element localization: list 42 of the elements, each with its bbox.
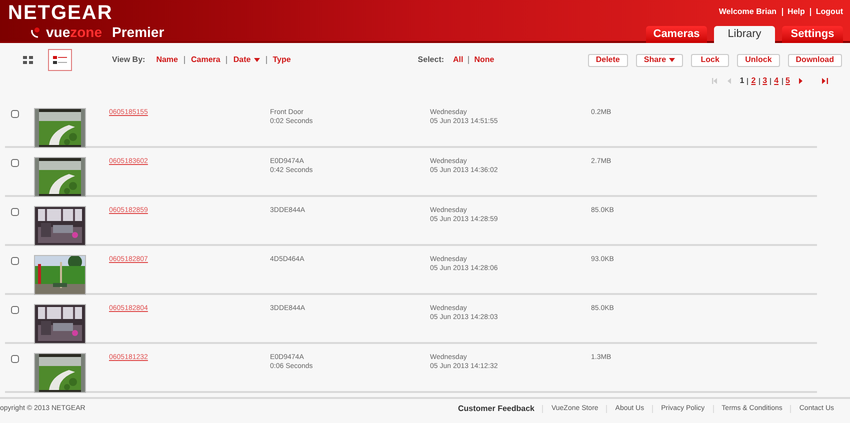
select-link[interactable]: All [453,54,464,66]
next-page-icon[interactable] [798,78,804,84]
page-link[interactable]: 3 [762,75,768,87]
page-link[interactable]: 1 [740,75,744,87]
select-label: Select: [418,54,444,66]
row-checkbox[interactable] [11,306,19,314]
sort-link[interactable]: Name [156,54,178,66]
page-link[interactable]: 5 [786,75,790,87]
action-button[interactable]: Delete [588,54,628,66]
caret-icon [669,58,676,62]
select-link[interactable]: None [474,54,494,66]
last-page-icon[interactable] [822,78,828,84]
action-button[interactable]: Unlock [737,54,780,66]
header-link[interactable]: Logout [816,6,843,18]
row-checkbox[interactable] [11,257,19,265]
page-link[interactable]: 4 [774,75,779,87]
list-layout-icon [53,56,67,64]
welcome-text: Welcome Brian [718,6,777,18]
product-logo: vuezone [46,24,102,40]
nav-tab[interactable]: Cameras [646,26,707,43]
footer-link[interactable]: Customer Feedback [458,403,534,415]
caret-icon [254,58,260,62]
grid-layout-icon [23,56,33,64]
action-button[interactable]: Download [788,54,842,66]
row-checkbox[interactable] [11,159,19,167]
page-link[interactable]: 2 [751,75,756,87]
swirl-icon [30,26,42,38]
nav-tab[interactable]: Library [714,26,775,43]
sort-link[interactable]: Type [272,54,291,66]
list-view-button[interactable] [48,49,72,71]
row-checkbox[interactable] [11,110,19,118]
header-link[interactable]: Help [788,6,805,18]
nav-tab[interactable]: Settings [782,26,843,43]
view-by-label: View By: [112,54,146,66]
sort-link[interactable]: Date [233,54,260,66]
action-button[interactable]: Share [636,54,684,66]
row-checkbox[interactable] [11,208,19,216]
brand-logo: NETGEAR [8,2,114,24]
row-checkbox[interactable] [11,355,19,363]
edition-label: Premier [112,24,164,40]
sort-link[interactable]: Camera [191,54,220,66]
action-button[interactable]: Lock [691,54,730,66]
